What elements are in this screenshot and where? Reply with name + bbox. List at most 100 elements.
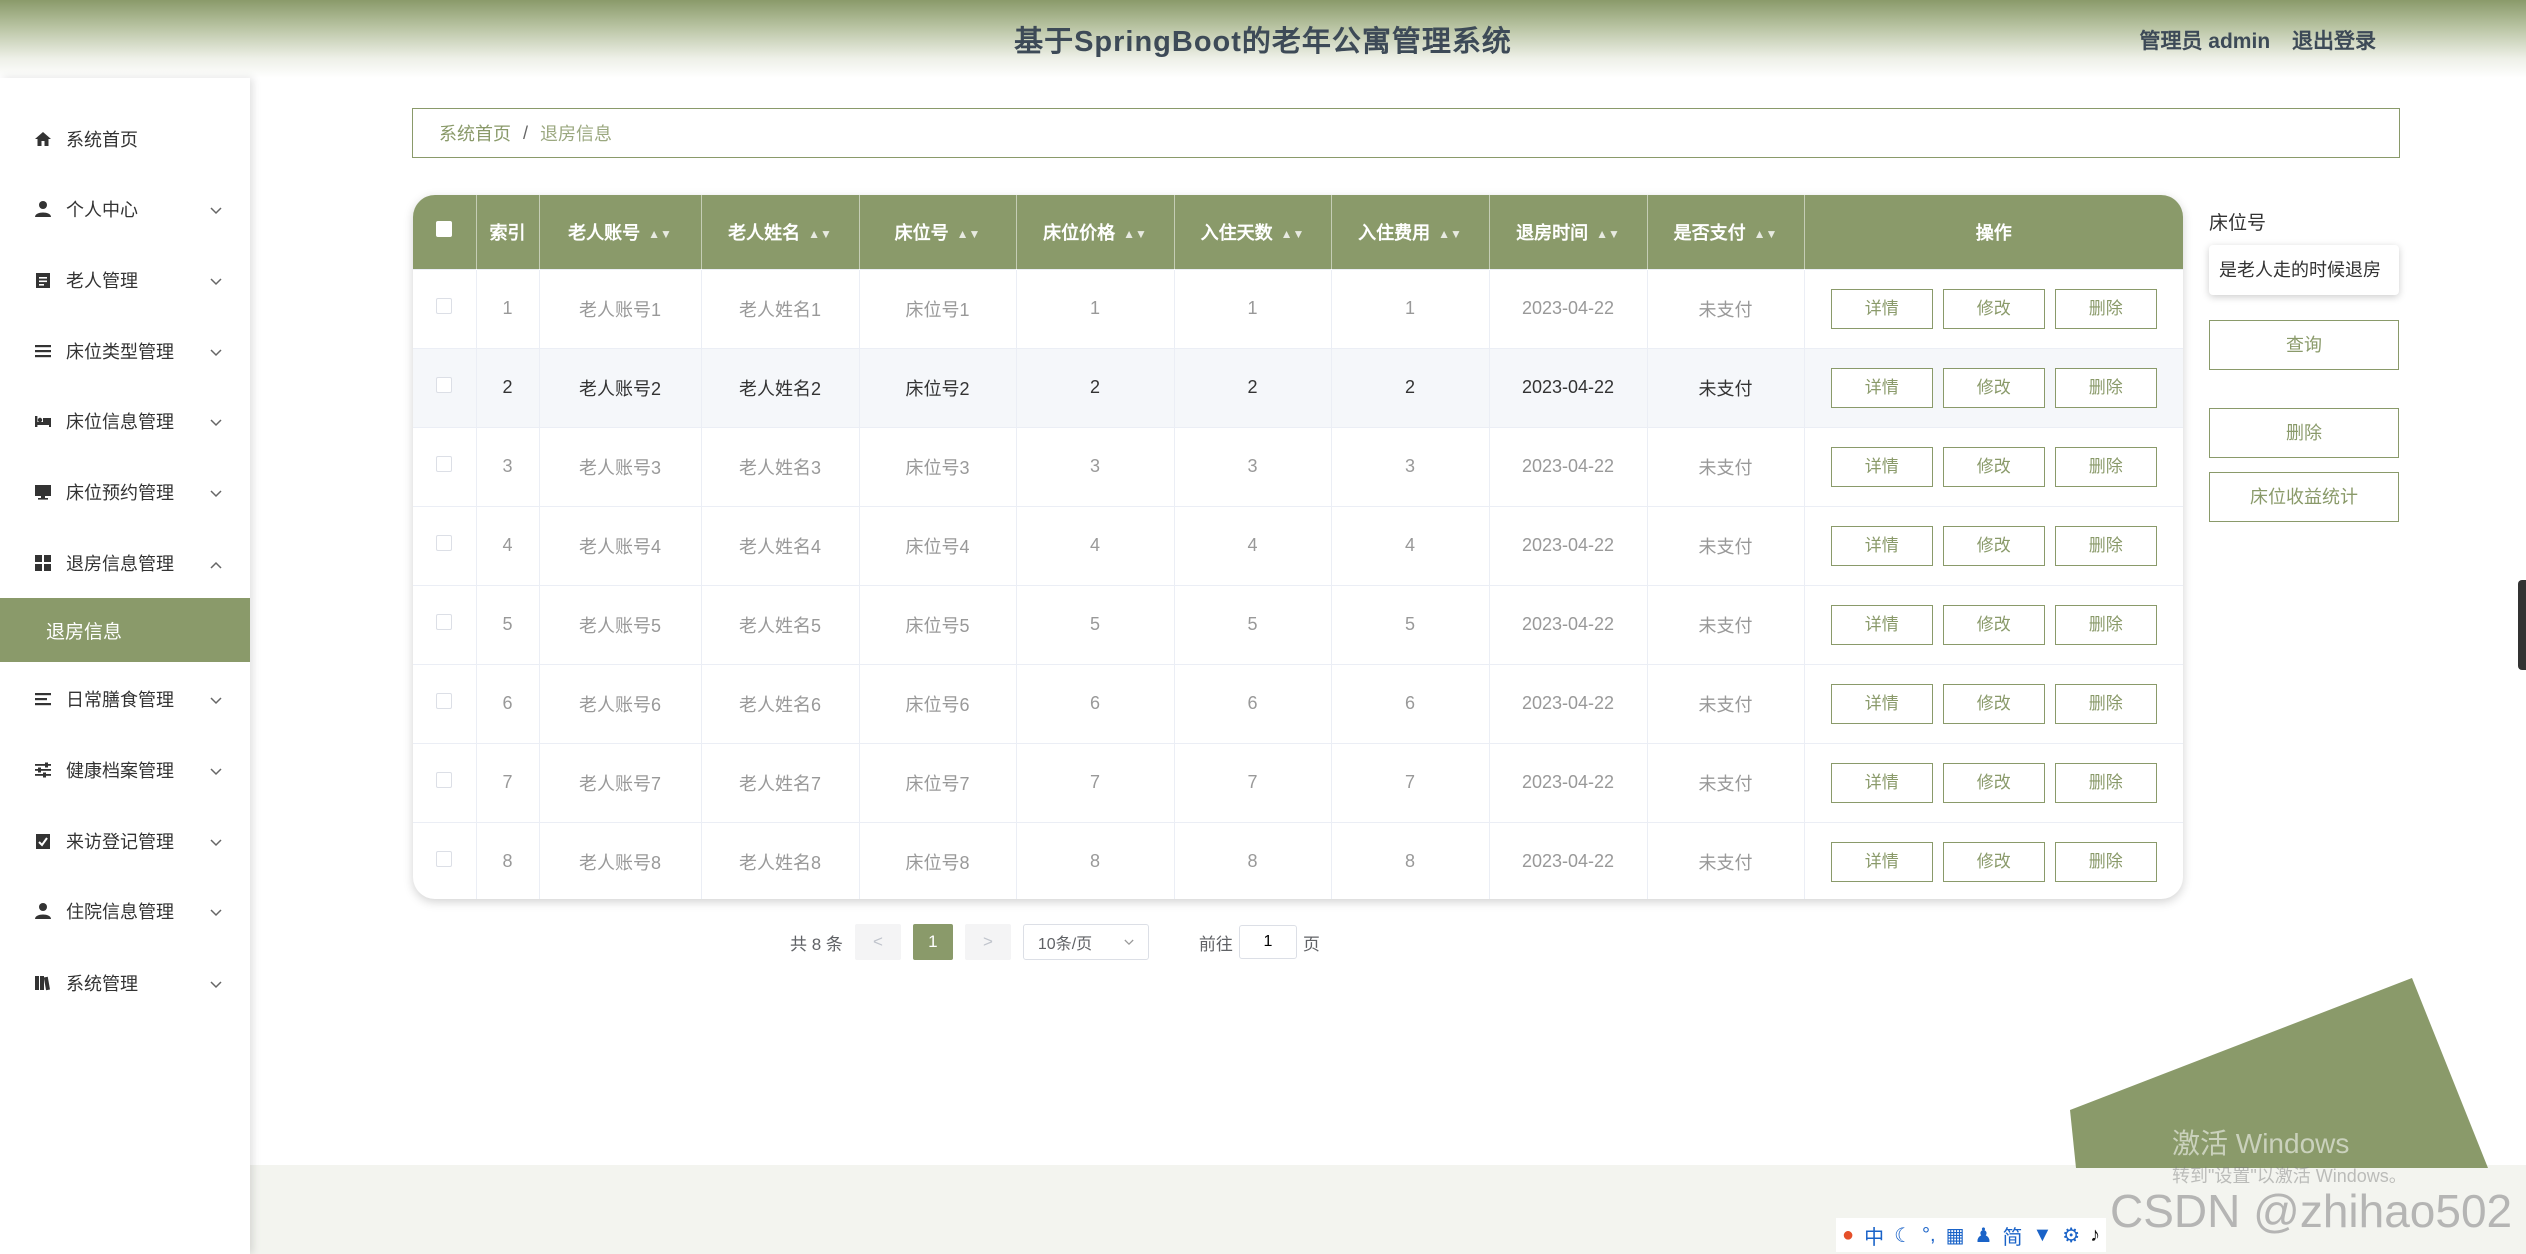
goto-page-input[interactable] bbox=[1238, 925, 1297, 959]
ime-mode[interactable]: 中 bbox=[1864, 1221, 1884, 1250]
detail-button[interactable]: 详情 bbox=[1830, 367, 1933, 408]
delete-button[interactable]: 删除 bbox=[2054, 762, 2157, 803]
edit-button[interactable]: 修改 bbox=[1942, 683, 2045, 724]
row-select-cell[interactable] bbox=[413, 348, 477, 427]
edit-button[interactable]: 修改 bbox=[1942, 288, 2045, 329]
detail-button[interactable]: 详情 bbox=[1830, 288, 1933, 329]
detail-button[interactable]: 详情 bbox=[1830, 762, 1933, 803]
table-row[interactable]: 8 老人账号8 老人姓名8 床位号8 8 8 8 2023-04-22 未支付 详情 修改 删除 bbox=[413, 822, 2183, 899]
edit-button[interactable]: 修改 bbox=[1942, 525, 2045, 566]
table-row[interactable]: 3 老人账号3 老人姓名3 床位号3 3 3 3 2023-04-22 未支付 详情 修改 删除 bbox=[413, 427, 2183, 506]
prev-page-button[interactable]: < bbox=[854, 924, 901, 960]
delete-button[interactable]: 删除 bbox=[2054, 446, 2157, 487]
moon-icon[interactable]: ☾ bbox=[1894, 1223, 1912, 1248]
header-fee[interactable]: 入住费用 ▲▼ bbox=[1331, 195, 1490, 269]
batch-delete-button[interactable]: 删除 bbox=[2209, 408, 2399, 458]
shirt-icon[interactable]: ▼ bbox=[2032, 1224, 2052, 1247]
header-account[interactable]: 老人账号 ▲▼ bbox=[539, 195, 702, 269]
delete-button[interactable]: 删除 bbox=[2054, 604, 2157, 645]
delete-button[interactable]: 删除 bbox=[2054, 367, 2157, 408]
sidebar-item-profile[interactable]: 个人中心 bbox=[0, 184, 250, 234]
table-row[interactable]: 6 老人账号6 老人姓名6 床位号6 6 6 6 2023-04-22 未支付 详情 修改 删除 bbox=[413, 664, 2183, 743]
person-icon[interactable]: ♟ bbox=[1975, 1223, 1993, 1248]
row-checkbox[interactable] bbox=[436, 535, 453, 551]
keyboard-icon[interactable]: ▦ bbox=[1946, 1223, 1965, 1248]
sort-icon[interactable]: ▲▼ bbox=[648, 227, 672, 241]
simplified-mode[interactable]: 简 bbox=[2002, 1221, 2022, 1250]
delete-button[interactable]: 删除 bbox=[2054, 841, 2157, 882]
detail-button[interactable]: 详情 bbox=[1830, 841, 1933, 882]
delete-button[interactable]: 删除 bbox=[2054, 288, 2157, 329]
select-all-cell[interactable] bbox=[413, 195, 477, 269]
row-select-cell[interactable] bbox=[413, 664, 477, 743]
header-time[interactable]: 退房时间 ▲▼ bbox=[1489, 195, 1648, 269]
header-days[interactable]: 入住天数 ▲▼ bbox=[1174, 195, 1332, 269]
row-select-cell[interactable] bbox=[413, 585, 477, 664]
sidebar-item-system[interactable]: 系统管理 bbox=[0, 958, 250, 1008]
row-select-cell[interactable] bbox=[413, 427, 477, 506]
table-row[interactable]: 1 老人账号1 老人姓名1 床位号1 1 1 1 2023-04-22 未支付 详情 修改 删除 bbox=[413, 269, 2183, 348]
edit-button[interactable]: 修改 bbox=[1942, 841, 2045, 882]
bed-revenue-stats-button[interactable]: 床位收益统计 bbox=[2209, 472, 2399, 522]
sidebar-item-meals[interactable]: 日常膳食管理 bbox=[0, 674, 250, 724]
delete-button[interactable]: 删除 bbox=[2054, 683, 2157, 724]
row-checkbox[interactable] bbox=[436, 298, 453, 314]
gear-icon[interactable]: ⚙ bbox=[2062, 1223, 2080, 1248]
row-checkbox[interactable] bbox=[436, 456, 453, 472]
sidebar-item-hospital[interactable]: 住院信息管理 bbox=[0, 886, 250, 936]
edge-scroll-tab[interactable] bbox=[2518, 580, 2526, 670]
row-checkbox[interactable] bbox=[436, 693, 453, 709]
next-page-button[interactable]: > bbox=[964, 924, 1011, 960]
page-size-select[interactable]: 10条/页 bbox=[1022, 924, 1149, 960]
row-checkbox[interactable] bbox=[436, 614, 453, 630]
sidebar-item-visitors[interactable]: 来访登记管理 bbox=[0, 816, 250, 866]
table-row[interactable]: 4 老人账号4 老人姓名4 床位号4 4 4 4 2023-04-22 未支付 详情 修改 删除 bbox=[413, 506, 2183, 585]
header-bed[interactable]: 床位号 ▲▼ bbox=[859, 195, 1017, 269]
sort-icon[interactable]: ▲▼ bbox=[1281, 227, 1305, 241]
row-checkbox[interactable] bbox=[436, 377, 453, 393]
logout-link[interactable]: 退出登录 bbox=[2292, 30, 2376, 53]
delete-button[interactable]: 删除 bbox=[2054, 525, 2157, 566]
edit-button[interactable]: 修改 bbox=[1942, 446, 2045, 487]
select-all-checkbox[interactable] bbox=[436, 221, 453, 238]
edit-button[interactable]: 修改 bbox=[1942, 367, 2045, 408]
sogou-icon[interactable]: ● bbox=[1842, 1224, 1854, 1247]
header-name[interactable]: 老人姓名 ▲▼ bbox=[701, 195, 860, 269]
sort-icon[interactable]: ▲▼ bbox=[808, 227, 832, 241]
sidebar-subitem-checkout-info[interactable]: 退房信息 bbox=[0, 598, 250, 662]
header-paid[interactable]: 是否支付 ▲▼ bbox=[1647, 195, 1805, 269]
detail-button[interactable]: 详情 bbox=[1830, 683, 1933, 724]
bed-number-input[interactable]: 是老人走的时候退房 bbox=[2209, 245, 2399, 295]
sidebar-item-home[interactable]: 系统首页 bbox=[0, 114, 250, 164]
sidebar-item-health[interactable]: 健康档案管理 bbox=[0, 745, 250, 795]
detail-button[interactable]: 详情 bbox=[1830, 604, 1933, 645]
page-number-1[interactable]: 1 bbox=[912, 924, 953, 960]
table-row[interactable]: 2 老人账号2 老人姓名2 床位号2 2 2 2 2023-04-22 未支付 详情 修改 删除 bbox=[413, 348, 2183, 427]
row-select-cell[interactable] bbox=[413, 506, 477, 585]
edit-button[interactable]: 修改 bbox=[1942, 604, 2045, 645]
tiktok-icon[interactable]: ♪ bbox=[2090, 1224, 2100, 1247]
table-row[interactable]: 5 老人账号5 老人姓名5 床位号5 5 5 5 2023-04-22 未支付 详情 修改 删除 bbox=[413, 585, 2183, 664]
row-select-cell[interactable] bbox=[413, 743, 477, 822]
sidebar-item-bed-booking[interactable]: 床位预约管理 bbox=[0, 467, 250, 517]
punctuation-icon[interactable]: °, bbox=[1922, 1224, 1936, 1247]
row-select-cell[interactable] bbox=[413, 822, 477, 899]
sidebar-item-bed-type[interactable]: 床位类型管理 bbox=[0, 326, 250, 376]
detail-button[interactable]: 详情 bbox=[1830, 525, 1933, 566]
sort-icon[interactable]: ▲▼ bbox=[1754, 227, 1778, 241]
search-button[interactable]: 查询 bbox=[2209, 320, 2399, 370]
sidebar-item-checkout[interactable]: 退房信息管理 bbox=[0, 538, 250, 588]
sort-icon[interactable]: ▲▼ bbox=[1123, 227, 1147, 241]
sort-icon[interactable]: ▲▼ bbox=[1438, 227, 1462, 241]
detail-button[interactable]: 详情 bbox=[1830, 446, 1933, 487]
row-select-cell[interactable] bbox=[413, 269, 477, 348]
breadcrumb-home[interactable]: 系统首页 bbox=[439, 120, 511, 146]
sidebar-item-elderly[interactable]: 老人管理 bbox=[0, 255, 250, 305]
table-row[interactable]: 7 老人账号7 老人姓名7 床位号7 7 7 7 2023-04-22 未支付 详情 修改 删除 bbox=[413, 743, 2183, 822]
edit-button[interactable]: 修改 bbox=[1942, 762, 2045, 803]
row-checkbox[interactable] bbox=[436, 851, 453, 868]
header-price[interactable]: 床位价格 ▲▼ bbox=[1016, 195, 1175, 269]
sidebar-item-bed-info[interactable]: 床位信息管理 bbox=[0, 396, 250, 446]
sort-icon[interactable]: ▲▼ bbox=[1596, 227, 1620, 241]
row-checkbox[interactable] bbox=[436, 772, 453, 788]
